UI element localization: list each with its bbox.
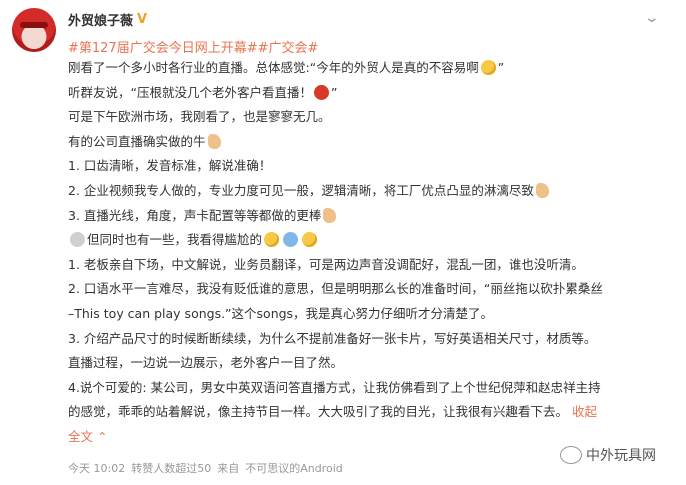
post-line-11: –This toy can play songs.”这个songs，我是真心努力… [68, 305, 494, 321]
source-link[interactable]: 不可思议的Android [245, 460, 343, 476]
post-line-1: 刚看了一个多小时各行业的直播。总体感觉:“今年的外贸人是真的不容易啊” [68, 60, 505, 75]
hashtag-line[interactable]: #第127届广交会今日网上开幕##广交会# [68, 37, 318, 56]
awkward-face-icon [264, 232, 280, 248]
red-envelope-icon [313, 84, 329, 100]
post-line-5: 1. 口齿清晰，发音标准，解说准确！ [68, 158, 272, 174]
full-text-link[interactable]: 全文 [68, 429, 93, 444]
post-line-13: 直播过程，一边说一边展示，老外客户一目了然。 [68, 355, 344, 371]
post-line-15: 的感觉，乖乖的站着解说，像主持节目一样。大大吸引了我的目光，让我很有兴趣看下去。… [68, 404, 598, 420]
user-avatar[interactable] [12, 8, 56, 52]
dizzy-face-icon [480, 60, 496, 75]
post-line-7: 3. 直播光线，角度，声卡配置等等都做的更棒 [68, 204, 668, 229]
post-line-12: 3. 介绍产品尺寸的时候断断续续，为什么不提前准备好一张卡片，写好英语相关尺寸，… [68, 330, 597, 346]
weibo-post-card: 外贸娘子薇 V ⌄ #第127届广交会今日网上开幕##广交会# 刚看了一个多小时… [0, 0, 686, 485]
thumbs-up-icon [535, 182, 549, 198]
collapse-link[interactable]: 收起 [572, 404, 597, 419]
hashtag-link[interactable]: #第127届广交会今日网上开幕##广交会# [68, 41, 318, 56]
post-line-2: 听群友说，“压根就没几个老外客户看直播！” [68, 84, 338, 100]
post-line-14: 4.说个可爱的: 某公司，男女中英双语问答直播方式，让我仿佛看到了上个世纪倪萍和… [68, 379, 601, 395]
post-line-9: 1. 老板亲自下场，中文解说，业务员翻译，可是两边声音没调配好，混乱一团，谁也没… [68, 256, 584, 272]
post-line-3: 可是下午欧洲市场，我刚看了，也是寥寥无几。 [68, 109, 331, 125]
thinking-face-icon [302, 232, 318, 248]
thumbs-up-icon [323, 207, 337, 223]
post-line-4: 有的公司直播确实做的牛 [68, 130, 668, 155]
post-body: 刚看了一个多小时各行业的直播。总体感觉:“今年的外贸人是真的不容易啊” 听群友说… [68, 56, 668, 450]
username-row: 外贸娘子薇 V [68, 10, 147, 29]
post-line-10: 2. 口语水平一言难尽，我没有贬低谁的意思，但是明明那么长的准备时间，“丽丝拖以… [68, 281, 603, 297]
post-line-6: 2. 企业视频我专人做的，专业力度可见一般，逻辑清晰，将工厂优点凸显的淋漓尽致 [68, 179, 668, 204]
username[interactable]: 外贸娘子薇 [68, 10, 133, 29]
post-footer: 今天 10:02 转赞人数超过50 来自 不可思议的Android [68, 460, 343, 476]
skull-icon [70, 232, 85, 248]
like-count: 转赞人数超过50 [131, 462, 212, 475]
collapse-chevron-icon[interactable]: ⌃ [97, 429, 107, 444]
chevron-down-icon[interactable]: ⌄ [644, 10, 660, 26]
watermark: 中外玩具网 [560, 445, 656, 465]
source-prefix: 来自 [217, 462, 240, 475]
verified-badge-icon: V [137, 12, 148, 27]
post-time: 今天 10:02 [68, 462, 126, 475]
post-line-8: 但同时也有一些，我看得尴尬的 [68, 228, 668, 253]
wechat-icon [560, 446, 582, 464]
watermark-text: 中外玩具网 [586, 448, 656, 464]
sweat-face-icon [283, 232, 299, 248]
thumbs-up-icon [207, 133, 221, 149]
